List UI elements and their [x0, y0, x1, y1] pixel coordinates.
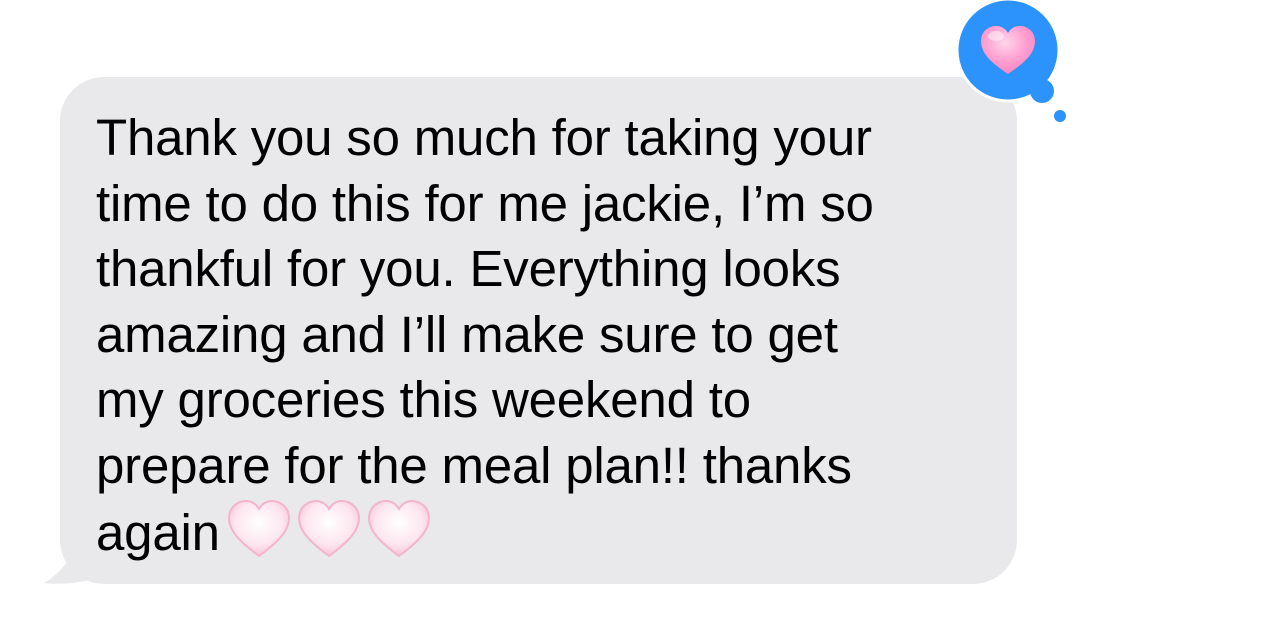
- heart-emoji-group: [226, 498, 432, 560]
- message-line: Thank you so much for taking your: [96, 109, 872, 166]
- message-bubble[interactable]: Thank you so much for taking your time t…: [60, 77, 1017, 584]
- pink-heart-icon: [227, 499, 290, 558]
- message-text: Thank you so much for taking your time t…: [96, 105, 987, 566]
- message-line: amazing and I’ll make sure to get: [96, 305, 838, 363]
- pink-heart-icon: [297, 499, 360, 558]
- tapback-tail-dot: [1054, 110, 1066, 122]
- tapback-reaction[interactable]: [954, 0, 1074, 130]
- message-line: thankful for you. Everything looks: [96, 240, 841, 297]
- message-thread: Thank you so much for taking your time t…: [0, 0, 1280, 626]
- message-line: prepare for the meal plan!! thanks: [96, 436, 852, 494]
- pink-heart-icon: [367, 499, 430, 558]
- message-line: my groceries this weekend to: [96, 371, 751, 428]
- message-line: again: [96, 504, 220, 561]
- tapback-tail-dot: [1030, 79, 1054, 103]
- message-line: time to do this for me jackie, I’m so: [96, 174, 874, 232]
